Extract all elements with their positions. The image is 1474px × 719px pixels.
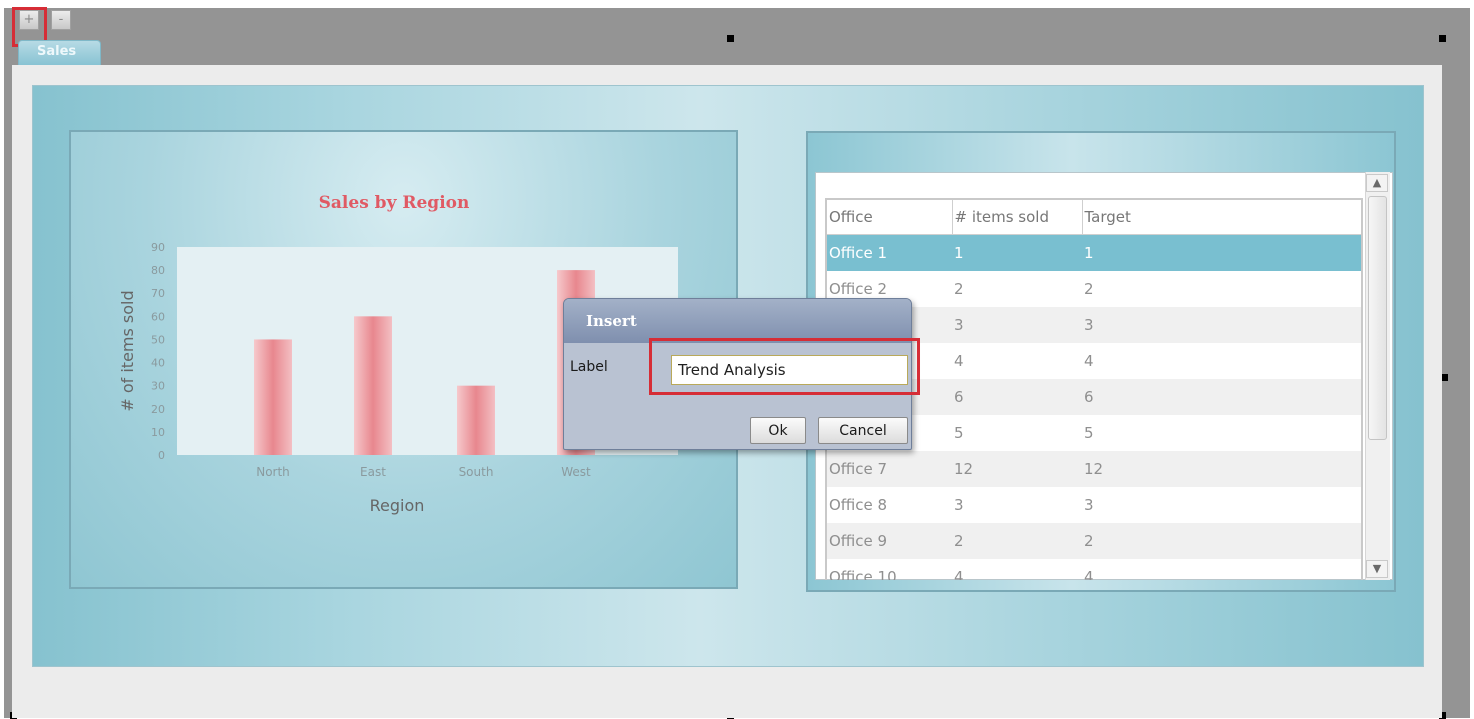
- cell-items-sold: 1: [952, 234, 1082, 271]
- chart-title: Sales by Region: [319, 193, 470, 213]
- add-tab-button[interactable]: +: [19, 10, 39, 30]
- column-header-items-sold[interactable]: # items sold: [952, 200, 1083, 235]
- resize-handle-top-right[interactable]: [1439, 35, 1446, 42]
- bar-south[interactable]: [457, 385, 495, 455]
- cell-office: Office 1: [827, 234, 952, 271]
- cell-items-sold: 4: [954, 568, 964, 580]
- scroll-up-button[interactable]: ▲: [1366, 174, 1388, 192]
- cell-items-sold: 3: [954, 496, 964, 514]
- table-header: Office # items sold Target: [827, 200, 1361, 235]
- scrollbar-thumb[interactable]: [1368, 196, 1387, 440]
- cell-target: 4: [1084, 568, 1094, 580]
- cell-target: 2: [1084, 280, 1094, 298]
- y-tick-label: 0: [158, 449, 165, 462]
- table-row[interactable]: Office 8 3 3: [827, 487, 1361, 523]
- y-tick-label: 50: [151, 333, 165, 346]
- cell-target: 5: [1084, 424, 1094, 442]
- y-tick-label: 10: [151, 426, 165, 439]
- x-tick-label: North: [256, 465, 290, 479]
- cell-target: 3: [1084, 496, 1094, 514]
- cancel-button[interactable]: Cancel: [818, 417, 908, 444]
- dialog-title: Insert: [564, 299, 911, 343]
- ok-button[interactable]: Ok: [750, 417, 806, 444]
- cell-target: 4: [1084, 352, 1094, 370]
- cell-target: 1: [1082, 234, 1361, 271]
- column-header-target[interactable]: Target: [1082, 200, 1361, 235]
- cell-items-sold: 3: [952, 307, 1082, 343]
- cell-target: 2: [1082, 523, 1361, 559]
- cell-office: Office 8: [829, 496, 888, 514]
- label-input[interactable]: [671, 355, 908, 385]
- cell-items-sold: 6: [952, 379, 1082, 415]
- bar-north[interactable]: [254, 339, 292, 455]
- table-row[interactable]: Office 922: [827, 523, 1361, 559]
- y-tick-label: 40: [151, 357, 165, 370]
- y-axis-label: # of items sold: [118, 290, 137, 411]
- x-axis-label: Region: [370, 496, 425, 515]
- table-row[interactable]: Office 7 12 12: [827, 451, 1361, 487]
- resize-handle-top[interactable]: [727, 35, 734, 42]
- y-tick-label: 20: [151, 403, 165, 416]
- y-tick-label: 30: [151, 380, 165, 393]
- y-tick-label: 70: [151, 287, 165, 300]
- cell-items-sold: 2: [952, 523, 1082, 559]
- cell-target: 12: [1082, 451, 1361, 487]
- cell-items-sold: 12: [952, 451, 1082, 487]
- cell-items-sold: 4: [954, 352, 964, 370]
- cell-target: 6: [1082, 379, 1361, 415]
- column-header-office[interactable]: Office: [827, 200, 953, 235]
- x-tick-label: West: [561, 465, 591, 479]
- table-row[interactable]: Office 111: [827, 234, 1361, 271]
- cell-office: Office 7: [827, 451, 952, 487]
- insert-dialog: Insert Label Ok Cancel: [563, 298, 912, 450]
- cell-items-sold: 5: [954, 424, 964, 442]
- bar-east[interactable]: [354, 316, 392, 455]
- cell-target: 3: [1082, 307, 1361, 343]
- label-field-label: Label: [570, 359, 608, 375]
- x-tick-label: East: [360, 465, 386, 479]
- table-row[interactable]: Office 10 4 4: [827, 559, 1361, 580]
- cell-items-sold: 2: [954, 280, 964, 298]
- scroll-down-button[interactable]: ▼: [1366, 560, 1388, 578]
- cell-office: Office 9: [827, 523, 952, 559]
- y-tick-label: 60: [151, 310, 165, 323]
- y-tick-label: 90: [151, 241, 165, 254]
- x-tick-label: South: [459, 465, 494, 479]
- resize-handle-right[interactable]: [1441, 374, 1448, 381]
- y-tick-label: 80: [151, 264, 165, 277]
- tab-sales[interactable]: Sales: [18, 40, 101, 66]
- cell-office: Office 10: [829, 568, 897, 580]
- remove-tab-button[interactable]: -: [51, 10, 71, 30]
